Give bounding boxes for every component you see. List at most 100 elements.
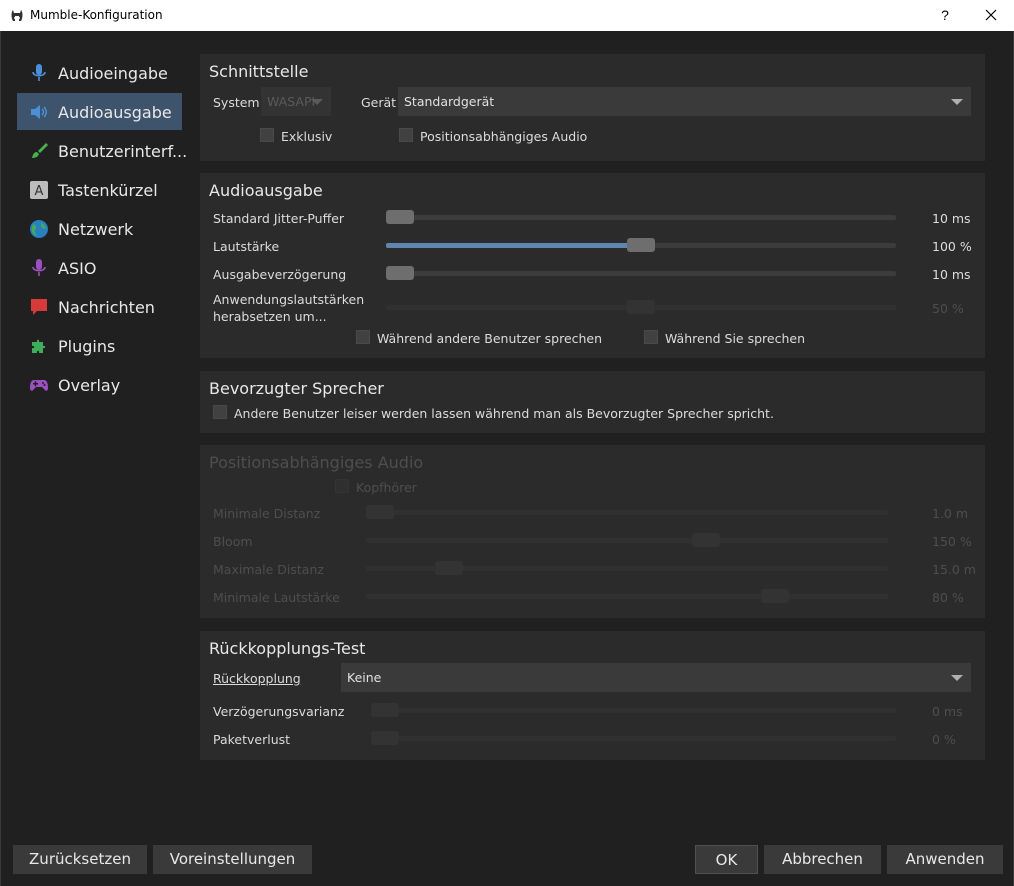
min-distance-label: Minimale Distanz (213, 506, 321, 521)
help-button[interactable]: ? (930, 0, 960, 31)
apply-button[interactable]: Anwenden (887, 845, 1003, 874)
message-icon (31, 299, 47, 315)
sidebar-item-plugins[interactable]: Plugins (17, 327, 182, 364)
slider-handle[interactable] (386, 266, 414, 280)
interface-group: Schnittstelle System WASAPI Gerät Standa… (200, 54, 985, 161)
sidebar-item-label: Audioausgabe (58, 103, 172, 122)
sidebar-item-asio[interactable]: ASIO (17, 249, 182, 286)
priority-speaker-label: Andere Benutzer leiser werden lassen wäh… (234, 406, 774, 421)
jitter-buffer-slider[interactable] (386, 210, 896, 224)
positional-audio-label: Positionsabhängiges Audio (420, 129, 588, 144)
sidebar-item-shortcuts[interactable]: A Tastenkürzel (17, 171, 182, 208)
volume-value: 100 % (932, 239, 972, 254)
sidebar-item-user-interface[interactable]: Benutzerinterf... (17, 132, 187, 169)
reset-button[interactable]: Zurücksetzen (13, 845, 147, 874)
gamepad-icon (30, 380, 48, 391)
exclusive-checkbox[interactable] (260, 128, 274, 142)
sidebar-item-overlay[interactable]: Overlay (17, 366, 182, 403)
sidebar-item-messages[interactable]: Nachrichten (17, 288, 182, 325)
bloom-slider[interactable] (366, 533, 888, 547)
chevron-down-icon (951, 99, 963, 105)
bloom-value: 150 % (932, 534, 972, 549)
mumble-logo-icon (11, 10, 23, 21)
asio-microphone-icon (32, 259, 46, 276)
defaults-button[interactable]: Voreinstellungen (153, 845, 312, 874)
positional-audio-group-title: Positionsabhängiges Audio (209, 453, 424, 472)
slider-handle[interactable] (692, 533, 720, 547)
slider-handle[interactable] (386, 210, 414, 224)
slider-groove (371, 736, 896, 741)
speaker-icon (31, 105, 47, 119)
svg-text:A: A (35, 184, 44, 199)
attenuate-slider[interactable] (386, 300, 896, 314)
slider-handle[interactable] (366, 505, 394, 519)
min-volume-value: 80 % (932, 590, 964, 605)
dialog-body: Audioeingabe Audioausgabe Benutzerinterf… (0, 31, 1014, 886)
exclusive-label: Exklusiv (281, 129, 333, 144)
positional-audio-checkbox[interactable] (399, 128, 413, 142)
min-distance-value: 1.0 m (932, 506, 969, 521)
sidebar-item-network[interactable]: Netzwerk (17, 210, 182, 247)
system-select[interactable]: WASAPI (261, 87, 331, 116)
packet-loss-value: 0 % (932, 732, 956, 747)
packet-loss-slider[interactable] (371, 731, 896, 745)
window-title: Mumble-Konfiguration (30, 8, 163, 22)
slider-handle[interactable] (627, 238, 655, 252)
slider-groove (366, 538, 888, 543)
system-select-value: WASAPI (267, 94, 316, 109)
min-distance-slider[interactable] (366, 505, 888, 519)
volume-slider[interactable] (386, 238, 896, 252)
loopback-select-value: Keine (347, 670, 382, 685)
max-distance-slider[interactable] (366, 561, 888, 575)
packet-loss-label: Paketverlust (213, 732, 291, 747)
globe-icon (30, 220, 48, 238)
puzzle-icon (32, 339, 46, 353)
min-volume-label: Minimale Lautstärke (213, 590, 340, 605)
slider-handle[interactable] (627, 300, 655, 314)
output-delay-label: Ausgabeverzögerung (213, 267, 347, 282)
jitter-buffer-value: 10 ms (932, 211, 971, 226)
priority-speaker-group: Bevorzugter Sprecher Andere Benutzer lei… (200, 371, 985, 433)
while-others-speak-label: Während andere Benutzer sprechen (377, 331, 603, 346)
attenuate-label-line-1: Anwendungslautstärken (213, 292, 365, 307)
slider-groove (366, 594, 888, 599)
system-label: System (213, 95, 260, 110)
slider-groove (371, 708, 896, 713)
slider-groove (386, 215, 896, 220)
audio-output-group-title: Audioausgabe (209, 181, 323, 200)
output-delay-value: 10 ms (932, 267, 971, 282)
device-select-value: Standardgerät (404, 94, 495, 109)
slider-handle[interactable] (435, 561, 463, 575)
delay-variance-slider[interactable] (371, 703, 896, 717)
priority-speaker-checkbox[interactable] (213, 405, 227, 419)
keyboard-key-icon: A (30, 181, 48, 199)
ok-button[interactable]: OK (695, 845, 758, 874)
sidebar-item-audio-output[interactable]: Audioausgabe (17, 93, 182, 130)
loopback-test-group: Rückkopplungs-Test Rückkopplung Keine Ve… (200, 631, 985, 760)
slider-handle[interactable] (761, 589, 789, 603)
attenuate-label-line-2: herabsetzen um... (213, 309, 327, 324)
slider-handle[interactable] (371, 703, 399, 717)
bloom-label: Bloom (213, 534, 253, 549)
sidebar-item-label: Audioeingabe (58, 64, 168, 83)
priority-speaker-group-title: Bevorzugter Sprecher (209, 379, 384, 398)
sidebar-item-audio-input[interactable]: Audioeingabe (17, 54, 182, 91)
cancel-button[interactable]: Abbrechen (764, 845, 881, 874)
chevron-down-icon (311, 99, 323, 105)
headphones-checkbox[interactable] (335, 479, 349, 493)
microphone-icon (32, 64, 46, 81)
device-select[interactable]: Standardgerät (398, 87, 971, 116)
output-delay-slider[interactable] (386, 266, 896, 280)
chevron-down-icon (951, 675, 963, 681)
max-distance-label: Maximale Distanz (213, 562, 324, 577)
sidebar-item-label: Netzwerk (58, 220, 134, 239)
close-button[interactable] (968, 0, 1014, 31)
delay-variance-value: 0 ms (932, 704, 963, 719)
loopback-select[interactable]: Keine (341, 663, 971, 692)
min-volume-slider[interactable] (366, 589, 888, 603)
while-you-speak-checkbox[interactable] (644, 330, 658, 344)
sidebar-item-label: Nachrichten (58, 298, 155, 317)
while-others-speak-checkbox[interactable] (356, 330, 370, 344)
positional-audio-group: Positionsabhängiges Audio Kopfhörer Mini… (200, 445, 985, 618)
slider-handle[interactable] (371, 731, 399, 745)
